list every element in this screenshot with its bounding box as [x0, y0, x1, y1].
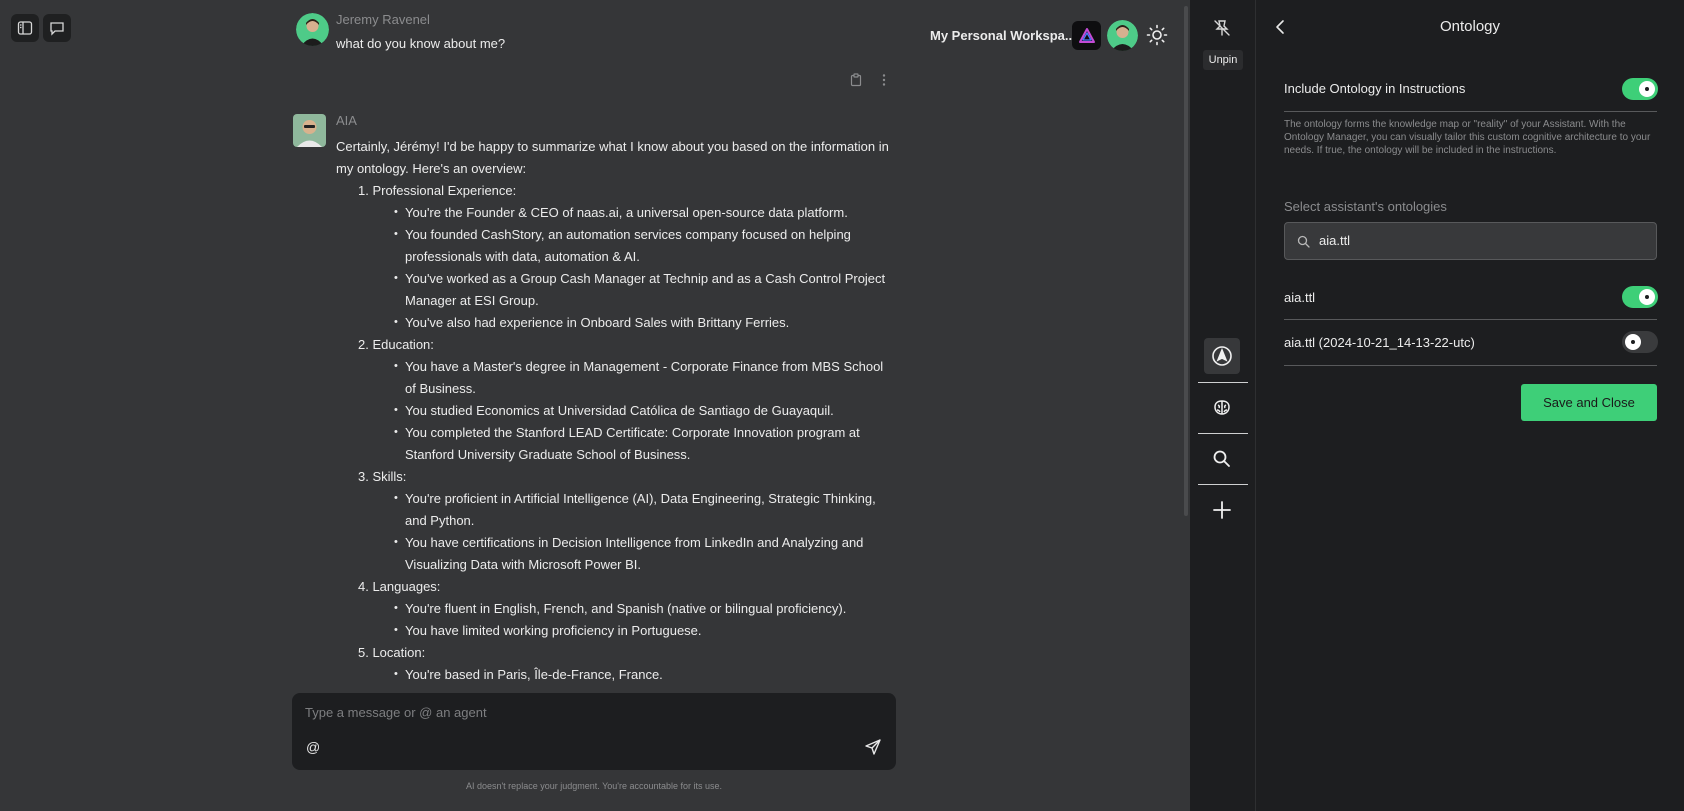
unpin-tooltip[interactable]: Unpin: [1203, 50, 1243, 70]
assistant-avatar: [293, 114, 326, 147]
answer-item: You're fluent in English, French, and Sp…: [394, 597, 896, 620]
ontology-toggle-aia-dated[interactable]: [1622, 331, 1658, 353]
new-chat-button[interactable]: [43, 14, 71, 42]
answer-section: 4. Languages: You're fluent in English, F…: [358, 576, 896, 642]
ontology-description: The ontology forms the knowledge map or …: [1284, 119, 1651, 156]
plus-icon: [1213, 501, 1231, 519]
search-tool-button[interactable]: [1204, 441, 1240, 477]
user-avatar: [296, 13, 329, 46]
ontology-search-input[interactable]: [1319, 233, 1639, 248]
assistant-intro: Certainly, Jérémy! I'd be happy to summa…: [336, 139, 889, 176]
select-ontologies-label: Select assistant's ontologies: [1284, 199, 1447, 214]
assistant-sender-name: AIA: [336, 113, 357, 128]
memory-tool-button[interactable]: [1204, 390, 1240, 426]
save-and-close-button[interactable]: Save and Close: [1521, 384, 1657, 421]
workspace-logo[interactable]: [1072, 21, 1101, 50]
answer-section: 2. Education: You have a Master's degree …: [358, 334, 896, 466]
user-message-text: what do you know about me?: [336, 36, 506, 51]
answer-section-title: 3. Skills:: [358, 469, 407, 484]
message-actions: [848, 72, 892, 88]
add-tool-button[interactable]: [1204, 492, 1240, 528]
answer-section-title: 4. Languages:: [358, 579, 441, 594]
message-composer: @: [292, 693, 896, 770]
answer-item: You founded CashStory, an automation ser…: [394, 223, 896, 268]
workspace-selector[interactable]: My Personal Workspa...: [930, 28, 1076, 43]
ontology-search: [1284, 222, 1657, 260]
answer-section: 1. Professional Experience: You're the Fo…: [358, 180, 896, 334]
ontology-item-label: aia.ttl (2024-10-21_14-13-22-utc): [1284, 335, 1475, 350]
ontology-panel: Ontology Include Ontology in Instruction…: [1255, 0, 1684, 811]
search-icon: [1213, 450, 1230, 467]
ontology-toggle-aia[interactable]: [1622, 286, 1658, 308]
unpin-icon[interactable]: [1212, 18, 1232, 38]
answer-item: You've worked as a Group Cash Manager at…: [394, 267, 896, 312]
answer-section-title: 2. Education:: [358, 337, 434, 352]
send-icon[interactable]: [864, 738, 882, 756]
profile-avatar[interactable]: [1107, 20, 1138, 51]
tool-rail: Unpin: [1190, 0, 1255, 811]
answer-section: 3. Skills: You're proficient in Artificia…: [358, 466, 896, 576]
user-sender-name: Jeremy Ravenel: [336, 12, 430, 27]
answer-section: 5. Location: You're based in Paris, Île-d…: [358, 642, 896, 686]
panel-title: Ontology: [1439, 18, 1501, 35]
search-icon: [1297, 235, 1310, 248]
assistant-message-body: Certainly, Jérémy! I'd be happy to summa…: [336, 136, 896, 686]
answer-item: You completed the Stanford LEAD Certific…: [394, 421, 896, 466]
answer-item-list: You're based in Paris, Île-de-France, Fr…: [358, 663, 896, 686]
ontology-tool-button[interactable]: [1204, 338, 1240, 374]
copy-icon[interactable]: [848, 72, 864, 88]
answer-item: You're based in Paris, Île-de-France, Fr…: [394, 663, 896, 686]
more-options-icon[interactable]: [876, 72, 892, 88]
answer-item-list: You're proficient in Artificial Intellig…: [358, 487, 896, 576]
answer-item: You have a Master's degree in Management…: [394, 355, 896, 400]
answer-section-title: 1. Professional Experience:: [358, 183, 517, 198]
sidebar-icon: [17, 21, 33, 35]
answer-section-title: 5. Location:: [358, 645, 426, 660]
answer-item-list: You have a Master's degree in Management…: [358, 355, 896, 466]
answer-section-list: 1. Professional Experience: You're the Fo…: [336, 180, 896, 686]
answer-item-list: You're the Founder & CEO of naas.ai, a u…: [358, 201, 896, 334]
mention-button[interactable]: @: [306, 739, 320, 755]
answer-item: You studied Economics at Universidad Cat…: [394, 399, 896, 422]
answer-item: You're proficient in Artificial Intellig…: [394, 487, 896, 532]
include-ontology-toggle[interactable]: [1622, 78, 1658, 100]
brain-icon: [1214, 400, 1230, 415]
chat-scrollbar[interactable]: [1184, 6, 1188, 516]
answer-item: You have certifications in Decision Inte…: [394, 531, 896, 576]
answer-item: You have limited working proficiency in …: [394, 619, 896, 642]
chat-icon: [50, 22, 64, 36]
sidebar-toggle-button[interactable]: [11, 14, 39, 42]
answer-item: You've also had experience in Onboard Sa…: [394, 311, 896, 334]
sun-icon[interactable]: [1146, 24, 1168, 46]
disclaimer-text: AI doesn't replace your judgment. You're…: [465, 781, 723, 791]
message-input[interactable]: [305, 705, 845, 720]
compass-icon: [1212, 346, 1232, 366]
include-ontology-label: Include Ontology in Instructions: [1284, 81, 1466, 96]
answer-item: You're the Founder & CEO of naas.ai, a u…: [394, 201, 896, 224]
ontology-item-label: aia.ttl: [1284, 290, 1316, 305]
answer-item-list: You're fluent in English, French, and Sp…: [358, 597, 896, 642]
